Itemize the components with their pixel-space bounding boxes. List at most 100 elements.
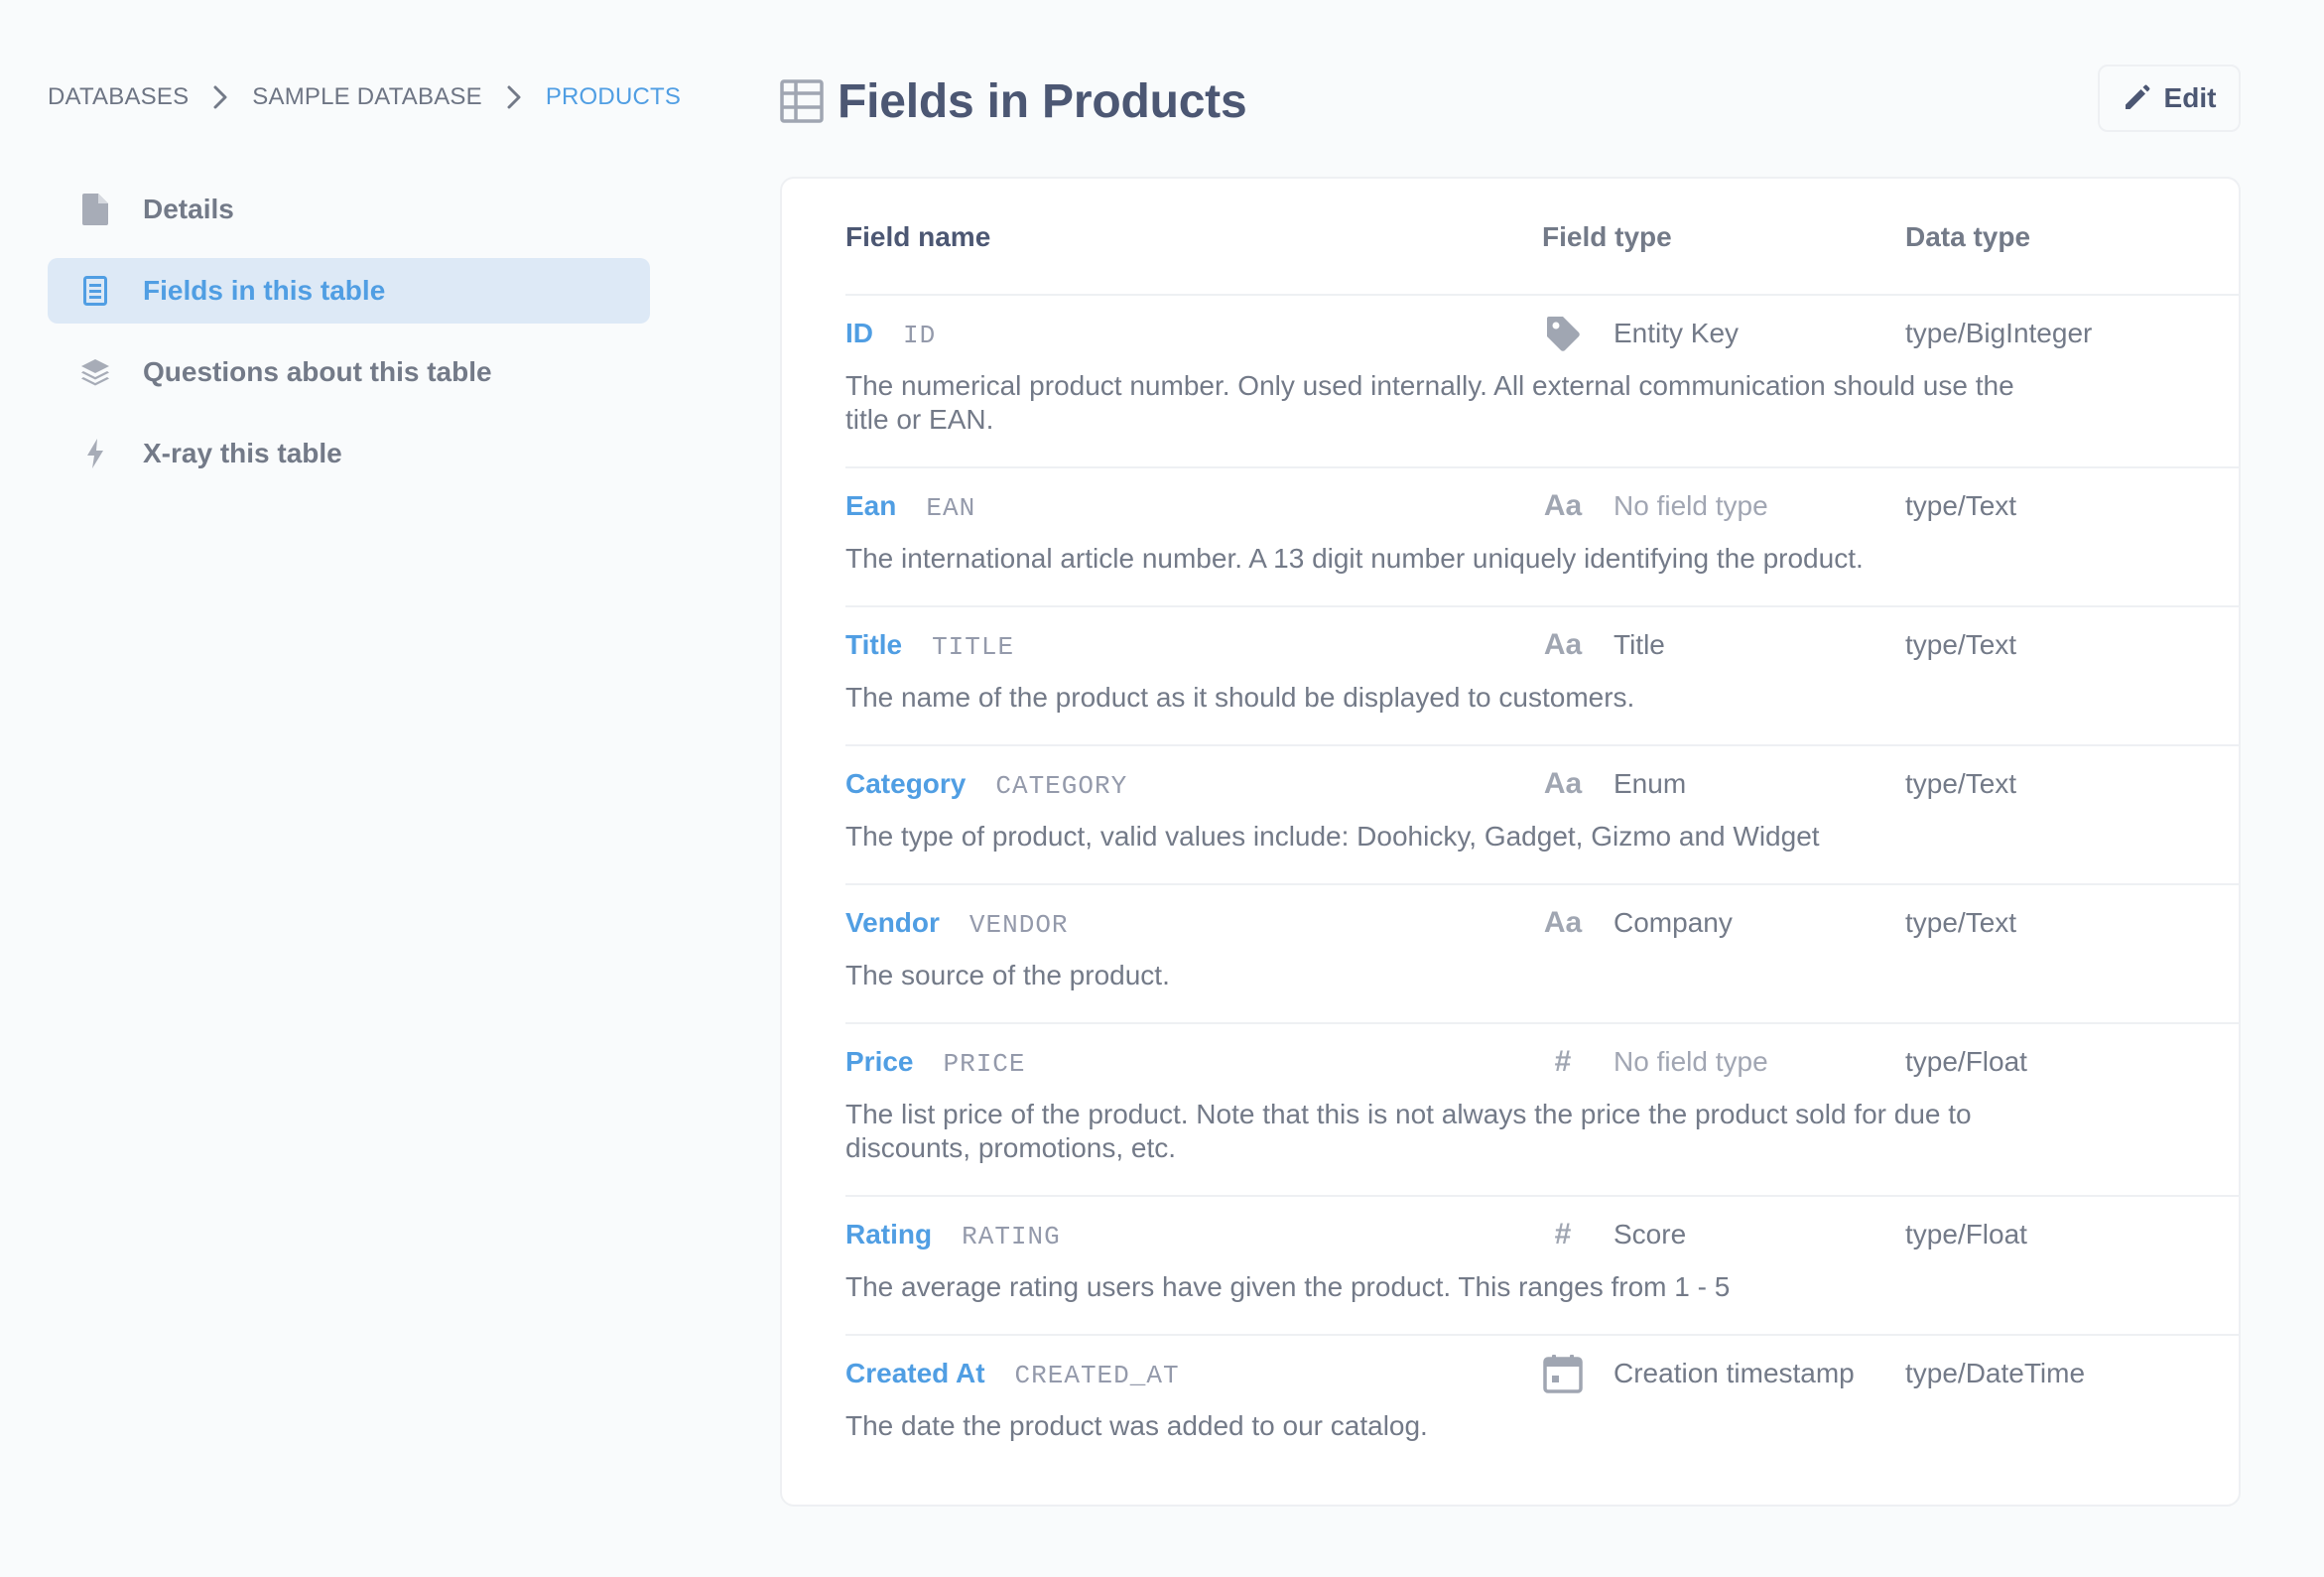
column-header-field-type: Field type bbox=[1542, 221, 1672, 252]
field-name-link[interactable]: Price PRICE bbox=[845, 1046, 1026, 1079]
table-row: Title TITLE Aa Title type/Text The name o… bbox=[845, 607, 2239, 746]
field-name-link[interactable]: Title TITLE bbox=[845, 629, 1014, 662]
breadcrumb: DATABASES SAMPLE DATABASE PRODUCTS bbox=[48, 79, 681, 115]
field-name-link[interactable]: Category CATEGORY bbox=[845, 768, 1127, 801]
number-icon: # bbox=[1554, 1218, 1572, 1250]
sidebar-item-details[interactable]: Details bbox=[48, 177, 650, 242]
number-icon: # bbox=[1554, 1045, 1572, 1078]
page-title: Fields in Products bbox=[838, 74, 1247, 128]
data-type: type/BigInteger bbox=[1905, 318, 2093, 348]
field-type-label: Creation timestamp bbox=[1614, 1358, 1855, 1388]
field-name-link[interactable]: Vendor VENDOR bbox=[845, 907, 1069, 940]
fields-table: Field name Field type Data type ID ID En… bbox=[780, 177, 2241, 1507]
field-type-label: No field type bbox=[1614, 490, 1768, 521]
table-row: Ean EAN Aa No field type type/Text The in… bbox=[845, 468, 2239, 607]
field-display-name: Category bbox=[845, 768, 967, 799]
field-description: The source of the product. bbox=[845, 960, 1170, 990]
field-type-label: Enum bbox=[1614, 768, 1687, 799]
sidebar-item-label: Questions about this table bbox=[143, 356, 492, 387]
field-description: The type of product, valid values includ… bbox=[845, 821, 1820, 852]
field-db-name: RATING bbox=[962, 1222, 1061, 1251]
field-type: # Score bbox=[1542, 1215, 1687, 1254]
table-row: ID ID Entity Key type/BigInteger The nume… bbox=[845, 296, 2239, 468]
bolt-icon bbox=[79, 438, 111, 469]
field-display-name: Created At bbox=[845, 1358, 985, 1388]
field-name-link[interactable]: Ean EAN bbox=[845, 490, 975, 523]
table-row: Rating RATING # Score type/Float The aver… bbox=[845, 1197, 2239, 1336]
field-display-name: Rating bbox=[845, 1219, 933, 1249]
field-name-link[interactable]: ID ID bbox=[845, 318, 936, 350]
field-type-label: Entity Key bbox=[1614, 318, 1740, 348]
field-type: Creation timestamp bbox=[1542, 1354, 1855, 1393]
layers-icon bbox=[79, 356, 111, 388]
document-icon bbox=[79, 194, 111, 225]
field-description: The average rating users have given the … bbox=[845, 1271, 1731, 1302]
data-type: type/Float bbox=[1905, 1219, 2027, 1249]
field-type: Aa Title bbox=[1542, 625, 1665, 665]
data-type: type/Text bbox=[1905, 629, 2017, 660]
sidebar-item-label: Fields in this table bbox=[143, 275, 386, 306]
text-icon: Aa bbox=[1543, 489, 1583, 522]
field-db-name: TITLE bbox=[932, 632, 1015, 662]
list-icon bbox=[79, 275, 111, 307]
field-type-label: Score bbox=[1614, 1219, 1687, 1249]
data-type: type/Text bbox=[1905, 907, 2017, 938]
field-type: Aa Enum bbox=[1542, 764, 1686, 804]
field-name-link[interactable]: Created At CREATED_AT bbox=[845, 1358, 1180, 1390]
page: DATABASES SAMPLE DATABASE PRODUCTS Detai… bbox=[0, 0, 2324, 1577]
breadcrumb-products[interactable]: PRODUCTS bbox=[546, 83, 681, 111]
breadcrumb-databases[interactable]: DATABASES bbox=[48, 83, 189, 111]
table-row: Vendor VENDOR Aa Company type/Text The so… bbox=[845, 885, 2239, 1024]
sidebar-item-fields[interactable]: Fields in this table bbox=[48, 258, 650, 324]
sidebar: Details Fields in this table Questions a… bbox=[48, 177, 650, 502]
data-type: type/Text bbox=[1905, 768, 2017, 799]
field-name-link[interactable]: Rating RATING bbox=[845, 1219, 1061, 1251]
field-description: The international article number. A 13 d… bbox=[845, 543, 1864, 574]
sidebar-item-label: Details bbox=[143, 194, 234, 224]
field-description: The date the product was added to our ca… bbox=[845, 1410, 1428, 1441]
chevron-right-icon bbox=[200, 85, 240, 109]
field-description: The numerical product number. Only used … bbox=[845, 370, 2014, 435]
calendar-icon bbox=[1542, 1354, 1584, 1393]
field-db-name: ID bbox=[903, 321, 937, 350]
field-db-name: EAN bbox=[926, 493, 976, 523]
chevron-right-icon bbox=[494, 85, 534, 109]
field-db-name: CREATED_AT bbox=[1014, 1361, 1180, 1390]
field-display-name: Vendor bbox=[845, 907, 940, 938]
data-type: type/Float bbox=[1905, 1046, 2027, 1077]
field-db-name: VENDOR bbox=[968, 910, 1069, 940]
field-type-label: Title bbox=[1614, 629, 1665, 660]
breadcrumb-sample-database[interactable]: SAMPLE DATABASE bbox=[252, 83, 482, 111]
table-body: ID ID Entity Key type/BigInteger The nume… bbox=[845, 296, 2239, 1475]
text-icon: Aa bbox=[1543, 906, 1583, 939]
field-type: # No field type bbox=[1542, 1042, 1768, 1082]
sidebar-item-label: X-ray this table bbox=[143, 438, 342, 468]
table-row: Price PRICE # No field type type/Float Th… bbox=[845, 1024, 2239, 1197]
field-description: The name of the product as it should be … bbox=[845, 682, 1635, 713]
sidebar-item-xray[interactable]: X-ray this table bbox=[48, 421, 650, 486]
data-type: type/DateTime bbox=[1905, 1358, 2086, 1388]
field-description: The list price of the product. Note that… bbox=[845, 1099, 1972, 1163]
page-header: Fields in Products Edit bbox=[780, 62, 2241, 141]
column-header-data-type: Data type bbox=[1905, 221, 2031, 252]
field-type: Aa Company bbox=[1542, 903, 1733, 943]
data-type: type/Text bbox=[1905, 490, 2017, 521]
field-display-name: ID bbox=[845, 318, 873, 348]
field-type-label: No field type bbox=[1614, 1046, 1768, 1077]
text-icon: Aa bbox=[1543, 767, 1583, 800]
text-icon: Aa bbox=[1543, 628, 1583, 661]
edit-button[interactable]: Edit bbox=[2098, 65, 2241, 132]
column-header-field-name: Field name bbox=[845, 221, 991, 252]
field-db-name: CATEGORY bbox=[995, 771, 1128, 801]
field-display-name: Price bbox=[845, 1046, 914, 1077]
sidebar-item-questions[interactable]: Questions about this table bbox=[48, 339, 650, 405]
table-row: Category CATEGORY Aa Enum type/Text The t… bbox=[845, 746, 2239, 885]
field-display-name: Title bbox=[845, 629, 903, 660]
field-type: Entity Key bbox=[1542, 314, 1739, 353]
table-row: Created At CREATED_AT Creation timestamp bbox=[845, 1336, 2239, 1475]
table-icon bbox=[780, 79, 824, 123]
edit-button-label: Edit bbox=[2163, 82, 2217, 113]
field-display-name: Ean bbox=[845, 490, 897, 521]
field-type-label: Company bbox=[1614, 907, 1733, 938]
tag-icon bbox=[1542, 314, 1584, 353]
